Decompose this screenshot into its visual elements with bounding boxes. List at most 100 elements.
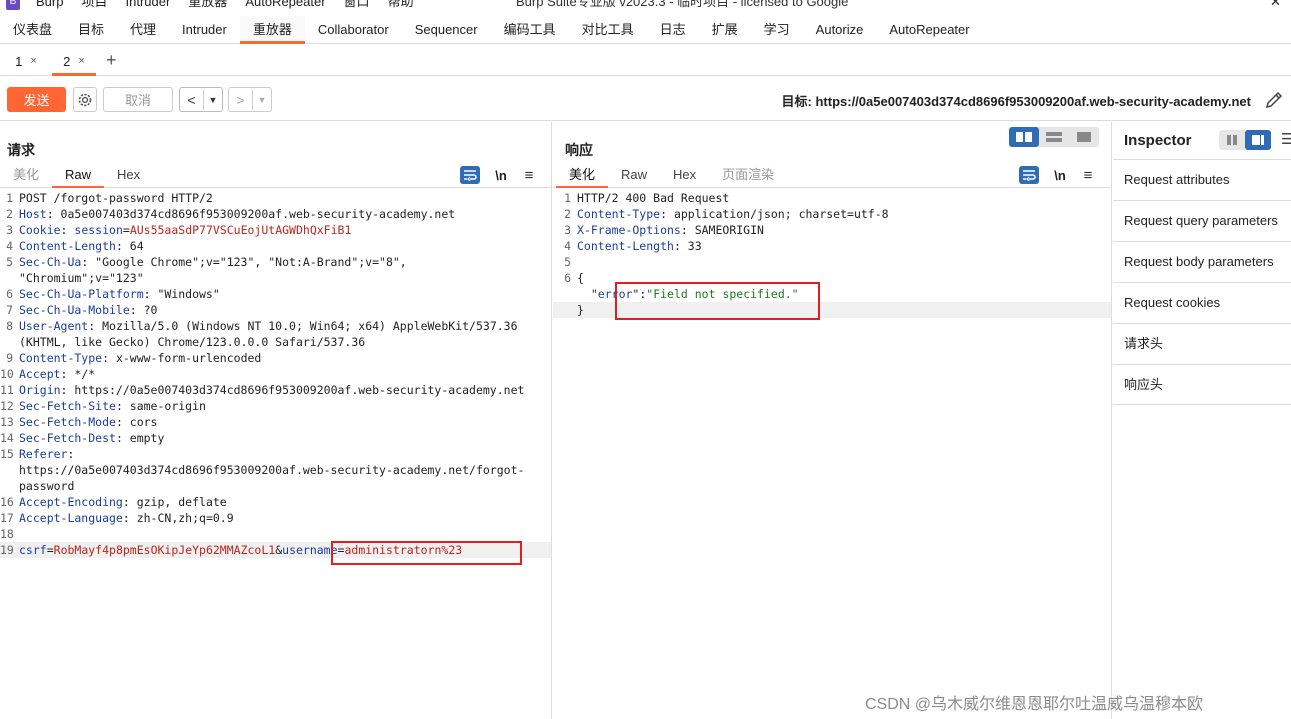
layout-toggle[interactable] [1009, 127, 1099, 147]
code-line: 2 Host: 0a5e007403d374cd8696f953009200af.… [0, 206, 551, 222]
history-back-button[interactable]: < ▼ [179, 87, 223, 112]
chevron-left-icon[interactable]: < [180, 89, 204, 110]
inspector-request-attributes[interactable]: Request attributes [1113, 159, 1291, 200]
code-token: : 0a5e007403d374cd8696f953009200af.web-s… [46, 207, 456, 221]
tab-dashboard[interactable]: 仪表盘 [0, 16, 65, 43]
line-content: Sec-Fetch-Site: same-origin [19, 398, 551, 414]
menu-item-burp[interactable]: Burp [36, 0, 63, 10]
tab-repeater[interactable]: 重放器 [239, 16, 305, 44]
inspector-request-headers[interactable]: 请求头 [1113, 323, 1291, 364]
code-token: : empty [115, 431, 165, 445]
request-title: 请求 [7, 142, 35, 158]
menu-item-autorepeater[interactable]: AutoRepeater [245, 0, 325, 10]
tab-decoder[interactable]: 编码工具 [491, 16, 569, 43]
close-icon[interactable]: × [78, 55, 84, 67]
tab-sequencer[interactable]: Sequencer [402, 16, 491, 43]
word-wrap-icon[interactable] [460, 166, 480, 184]
tab-raw[interactable]: Raw [52, 164, 105, 188]
close-icon[interactable]: × [30, 55, 36, 67]
repeater-tab-1[interactable]: 1 × [4, 47, 48, 75]
line-number: 5 [6, 255, 13, 269]
code-token: Sec-Fetch-Site [19, 399, 116, 413]
tab-render[interactable]: 页面渲染 [709, 164, 787, 187]
word-wrap-icon[interactable] [1019, 166, 1039, 184]
code-line: 4 Content-Length: 64 [0, 238, 551, 254]
tab-autorepeater[interactable]: AutoRepeater [876, 16, 982, 43]
inspector-layout-toggle[interactable] [1219, 130, 1271, 150]
code-line: 16 Accept-Encoding: gzip, deflate [0, 494, 551, 510]
line-number: 17 [0, 511, 14, 525]
hamburger-menu-icon[interactable]: ≡ [1081, 167, 1095, 184]
line-content: Cookie: session=AUs55aaSdP77VSCuEojUtAGW… [19, 222, 551, 238]
request-editor[interactable]: 1 POST /forgot-password HTTP/2 2 Host: 0a5e… [0, 190, 551, 558]
code-line: 6 Sec-Ch-Ua-Platform: "Windows" [0, 286, 551, 302]
inspector-title: Inspector [1124, 132, 1192, 149]
add-tab-icon[interactable]: + [106, 47, 117, 75]
layout-tabs-icon[interactable] [1069, 127, 1099, 147]
code-line: 17 Accept-Language: zh-CN,zh;q=0.9 [0, 510, 551, 526]
window-close-icon[interactable]: ✕ [1270, 0, 1281, 10]
tab-learn[interactable]: 学习 [751, 16, 803, 43]
menu-item-help[interactable]: 帮助 [388, 0, 414, 10]
edit-target-pencil-icon[interactable] [1263, 89, 1285, 111]
menu-item-window[interactable]: 窗口 [344, 0, 370, 10]
inspector-request-query-parameters[interactable]: Request query parameters [1113, 200, 1291, 241]
code-token: { [577, 271, 584, 285]
line-number: 13 [0, 415, 14, 429]
code-token: username [282, 543, 338, 557]
inspector-more-icon[interactable]: ☰ [1281, 130, 1291, 148]
line-number: 6 [6, 287, 13, 301]
tab-pretty[interactable]: 美化 [556, 164, 609, 188]
tab-autorize[interactable]: Autorize [803, 16, 877, 43]
tab-pretty[interactable]: 美化 [0, 164, 52, 187]
menu-bar: Burp 项目 Intruder 重放器 AutoRepeater 窗口 帮助 [36, 0, 414, 10]
code-token: Origin [19, 383, 61, 397]
code-token: Referer [19, 447, 68, 461]
repeater-tabs: 1 × 2 × + [0, 46, 1291, 76]
tab-comparer[interactable]: 对比工具 [569, 16, 647, 43]
tab-target[interactable]: 目标 [65, 16, 117, 43]
hamburger-menu-icon[interactable]: ≡ [522, 167, 536, 184]
title-bar: B Burp 项目 Intruder 重放器 AutoRepeater 窗口 帮… [0, 0, 1291, 12]
code-token: : 33 [673, 239, 702, 253]
inspector-request-cookies[interactable]: Request cookies [1113, 282, 1291, 323]
chevron-right-icon[interactable]: > [229, 89, 253, 110]
chevron-down-icon[interactable]: ▼ [204, 95, 222, 105]
code-token: : ?0 [129, 303, 158, 317]
newline-toggle-icon[interactable]: \n [1052, 168, 1068, 183]
tab-proxy[interactable]: 代理 [117, 16, 169, 43]
menu-item-repeater[interactable]: 重放器 [188, 0, 227, 10]
inspector-expand-icon[interactable] [1245, 130, 1271, 150]
history-forward-button[interactable]: > ▼ [228, 87, 272, 112]
inspector-request-body-parameters[interactable]: Request body parameters [1113, 241, 1291, 282]
code-token: = [122, 223, 130, 237]
send-button[interactable]: 发送 [7, 87, 66, 112]
tab-hex[interactable]: Hex [660, 164, 709, 187]
inspector-collapse-icon[interactable] [1219, 130, 1245, 150]
tab-raw[interactable]: Raw [608, 164, 660, 187]
line-number: 12 [0, 399, 14, 413]
cancel-button[interactable]: 取消 [103, 87, 173, 112]
menu-item-project[interactable]: 项目 [81, 0, 107, 10]
settings-button[interactable] [73, 87, 97, 112]
layout-side-by-side-icon[interactable] [1009, 127, 1039, 147]
code-line: 11 Origin: https://0a5e007403d374cd8696f9… [0, 382, 551, 398]
line-number: 6 [564, 271, 571, 285]
tab-intruder[interactable]: Intruder [169, 16, 240, 43]
repeater-toolbar: 发送 取消 < ▼ > ▼ 目标: https://0a5e007403d374… [0, 77, 1291, 121]
code-token: : */* [60, 367, 96, 381]
line-content: Content-Type: application/json; charset=… [577, 206, 1111, 222]
chevron-down-icon[interactable]: ▼ [253, 95, 271, 105]
tab-extensions[interactable]: 扩展 [699, 16, 751, 43]
inspector-response-headers[interactable]: 响应头 [1113, 364, 1291, 405]
repeater-tab-2[interactable]: 2 × [52, 47, 96, 76]
menu-item-intruder[interactable]: Intruder [125, 0, 170, 10]
line-number: 1 [6, 191, 13, 205]
tab-collaborator[interactable]: Collaborator [305, 16, 402, 43]
tab-hex[interactable]: Hex [104, 164, 153, 187]
newline-toggle-icon[interactable]: \n [493, 168, 509, 183]
tab-logger[interactable]: 日志 [647, 16, 699, 43]
code-token: : same-origin [115, 399, 206, 413]
code-token: HTTP/2 400 Bad Request [577, 191, 730, 205]
layout-stacked-icon[interactable] [1039, 127, 1069, 147]
